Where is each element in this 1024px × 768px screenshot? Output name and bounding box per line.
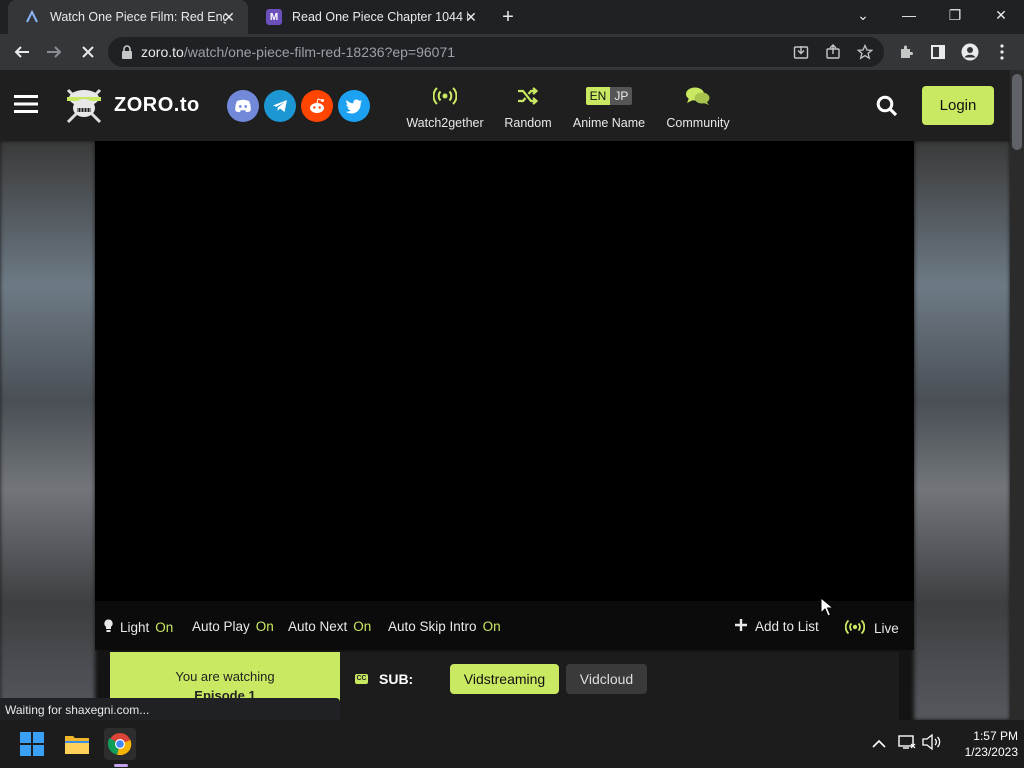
install-icon[interactable] xyxy=(792,43,810,61)
close-tab-icon[interactable]: ✕ xyxy=(220,8,238,26)
scrollbar-thumb[interactable] xyxy=(1012,74,1022,150)
watch-page: Light On Auto Play On Auto Next On Auto … xyxy=(0,141,1010,720)
window-close-icon[interactable]: ✕ xyxy=(978,0,1024,30)
add-to-list-label: Add to List xyxy=(755,619,819,634)
zoro-favicon xyxy=(24,9,40,25)
hamburger-menu-icon[interactable] xyxy=(14,94,38,119)
volume-icon[interactable] xyxy=(922,733,942,755)
bookmark-star-icon[interactable] xyxy=(856,43,874,61)
page-scrollbar[interactable] xyxy=(1010,70,1024,720)
manga-favicon: M xyxy=(266,9,282,25)
chat-bubbles-icon xyxy=(662,84,734,108)
nav-random[interactable]: Random xyxy=(500,84,556,130)
autoskip-label: Auto Skip Intro xyxy=(388,619,477,634)
taskbar-clock[interactable]: 1:57 PM 1/23/2023 xyxy=(948,728,1018,760)
light-toggle[interactable]: Light On xyxy=(104,619,173,636)
autoskip-state: On xyxy=(482,619,501,634)
site-header: ZORO.to Watch2gether Random EN JP Anime N… xyxy=(0,70,1010,141)
discord-icon[interactable] xyxy=(227,90,259,122)
nav-watch2gether[interactable]: Watch2gether xyxy=(404,84,486,130)
lock-icon[interactable] xyxy=(118,43,136,61)
language-toggle[interactable]: EN JP xyxy=(570,84,648,108)
nav-community[interactable]: Community xyxy=(662,84,734,130)
autoskip-toggle[interactable]: Auto Skip Intro On xyxy=(388,619,501,634)
tab-search-icon[interactable]: ⌄ xyxy=(840,0,886,30)
live-label: Live xyxy=(874,621,899,636)
restore-icon[interactable]: ❐ xyxy=(932,0,978,30)
chrome-taskbar-icon[interactable] xyxy=(104,728,136,760)
nav-label: Community xyxy=(666,116,730,130)
autonext-toggle[interactable]: Auto Next On xyxy=(288,619,371,634)
tab-manga[interactable]: M Read One Piece Chapter 1044 in English… xyxy=(250,0,490,34)
watching-caption: You are watching xyxy=(175,669,275,684)
player-controls-bar: Light On Auto Play On Auto Next On Auto … xyxy=(95,601,914,650)
extensions-icon[interactable] xyxy=(892,38,920,66)
broadcast-icon xyxy=(404,84,486,108)
side-panel-icon[interactable] xyxy=(924,38,952,66)
chrome-menu-icon[interactable] xyxy=(988,38,1016,66)
autoplay-label: Auto Play xyxy=(192,619,250,634)
browser-tab-strip: Watch One Piece Film: Red English Sub/Du… xyxy=(0,0,1024,34)
clock-time: 1:57 PM xyxy=(973,729,1018,743)
nav-label: Anime Name xyxy=(572,116,646,130)
cc-icon: CC xyxy=(355,674,368,684)
clock-date: 1/23/2023 xyxy=(964,745,1018,759)
broadcast-icon xyxy=(844,619,866,638)
sub-label: SUB: xyxy=(379,671,414,687)
server-vidcloud-button[interactable]: Vidcloud xyxy=(566,664,647,694)
autoplay-state: On xyxy=(255,619,274,634)
nav-anime-name[interactable]: EN JP Anime Name xyxy=(570,84,648,130)
background-art-left xyxy=(0,141,95,720)
telegram-icon[interactable] xyxy=(264,90,296,122)
nav-label: Watch2gether xyxy=(406,116,484,130)
stop-loading-icon[interactable] xyxy=(74,38,102,66)
server-vidstreaming-button[interactable]: Vidstreaming xyxy=(450,664,559,694)
search-icon[interactable] xyxy=(876,95,898,122)
video-player[interactable] xyxy=(95,141,914,601)
plus-icon xyxy=(735,619,747,634)
file-explorer-icon[interactable] xyxy=(61,728,93,760)
login-button[interactable]: Login xyxy=(922,86,994,125)
forward-icon[interactable] xyxy=(40,38,68,66)
tab-zoro[interactable]: Watch One Piece Film: Red English Sub/Du… xyxy=(8,0,248,34)
site-logo-text[interactable]: ZORO.to xyxy=(114,94,200,117)
new-tab-button[interactable]: + xyxy=(496,6,520,30)
live-button[interactable]: Live xyxy=(844,619,899,638)
browser-status-bubble: Waiting for shaxegni.com... xyxy=(0,698,340,720)
windows-taskbar: 1:57 PM 1/23/2023 xyxy=(0,720,1024,768)
add-to-list-button[interactable]: Add to List xyxy=(735,619,819,634)
light-state: On xyxy=(155,620,174,635)
browser-toolbar: zoro.to/watch/one-piece-film-red-18236?e… xyxy=(0,34,1024,70)
autonext-label: Auto Next xyxy=(288,619,348,634)
autonext-state: On xyxy=(353,619,372,634)
zoro-logo-icon[interactable] xyxy=(62,84,106,131)
url-text: zoro.to/watch/one-piece-film-red-18236?e… xyxy=(141,44,456,60)
profile-icon[interactable] xyxy=(956,38,984,66)
twitter-icon[interactable] xyxy=(338,90,370,122)
active-app-indicator xyxy=(114,764,128,767)
nav-label: Random xyxy=(504,116,552,130)
address-bar[interactable]: zoro.to/watch/one-piece-film-red-18236?e… xyxy=(108,37,884,67)
light-label: Light xyxy=(120,620,150,635)
chevron-up-icon[interactable] xyxy=(872,736,886,754)
reddit-icon[interactable] xyxy=(301,90,333,122)
close-tab-icon[interactable]: ✕ xyxy=(462,8,480,26)
minimize-icon[interactable]: — xyxy=(886,0,932,30)
windows-start-icon[interactable] xyxy=(16,728,48,760)
share-icon[interactable] xyxy=(824,43,842,61)
lang-jp[interactable]: JP xyxy=(610,87,633,105)
back-icon[interactable] xyxy=(8,38,36,66)
lightbulb-icon xyxy=(104,619,113,636)
lang-en[interactable]: EN xyxy=(585,87,611,105)
tab-title: Read One Piece Chapter 1044 in English O… xyxy=(292,10,468,24)
background-art-right xyxy=(914,141,1010,720)
tab-title: Watch One Piece Film: Red English Sub/Du… xyxy=(50,10,226,24)
network-icon[interactable] xyxy=(898,734,916,755)
shuffle-icon xyxy=(500,84,556,108)
mouse-cursor-icon xyxy=(820,596,835,622)
autoplay-toggle[interactable]: Auto Play On xyxy=(192,619,274,634)
